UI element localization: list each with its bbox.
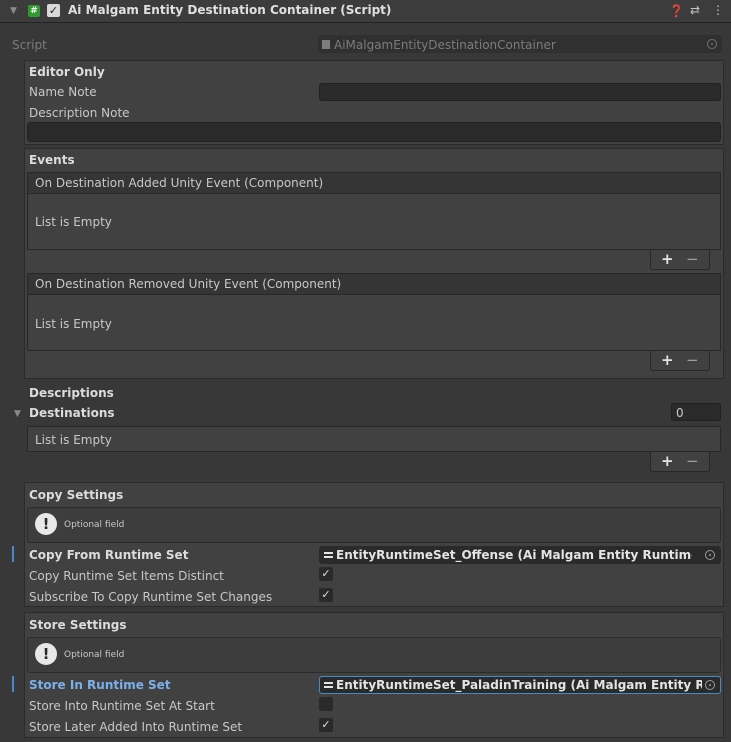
add-remove-buttons — [650, 452, 710, 472]
scriptable-object-icon — [324, 552, 333, 554]
subscribe-copy-checkbox[interactable]: ✓ — [319, 588, 333, 602]
copy-settings-title: Copy Settings — [29, 488, 124, 502]
info-icon: ! — [35, 513, 57, 535]
store-at-start-checkbox[interactable] — [319, 697, 333, 711]
help-box — [27, 507, 721, 543]
script-value: AiMalgamEntityDestinationContainer — [334, 38, 556, 52]
store-settings-title: Store Settings — [29, 618, 127, 632]
list-empty-label: List is Empty — [35, 317, 112, 331]
on-destination-removed-label: On Destination Removed Unity Event (Comp… — [35, 277, 342, 291]
script-file-icon — [322, 40, 330, 49]
add-remove-buttons — [650, 250, 710, 270]
scriptable-object-icon — [324, 682, 333, 684]
list-empty-label: List is Empty — [35, 433, 112, 447]
on-destination-added-list — [27, 194, 721, 250]
remove-button[interactable]: − — [686, 351, 699, 369]
remove-button[interactable]: − — [686, 250, 699, 268]
copy-settings-section — [24, 482, 724, 607]
help-box-text: Optional field — [64, 650, 125, 660]
store-in-runtime-set-value: EntityRuntimeSet_PaladinTraining (Ai Mal… — [336, 678, 702, 692]
store-later-checkbox[interactable]: ✓ — [319, 718, 333, 732]
editor-only-title: Editor Only — [29, 65, 105, 79]
add-button[interactable]: + — [661, 452, 674, 470]
script-icon: # — [28, 5, 40, 17]
help-icon[interactable]: ❓ — [669, 4, 684, 18]
description-note-field[interactable] — [27, 122, 721, 142]
add-button[interactable]: + — [661, 250, 674, 268]
descriptions-title: Descriptions — [29, 386, 114, 400]
script-label: Script — [12, 38, 47, 52]
store-in-runtime-set-label: Store In Runtime Set — [29, 678, 171, 692]
copy-from-runtime-set-value: EntityRuntimeSet_Offense (Ai Malgam Enti… — [336, 548, 692, 562]
help-box-text: Optional field — [64, 520, 125, 530]
copy-distinct-label: Copy Runtime Set Items Distinct — [29, 569, 224, 583]
destinations-title[interactable]: Destinations — [29, 406, 115, 420]
object-picker-icon[interactable] — [705, 680, 715, 690]
store-at-start-label: Store Into Runtime Set At Start — [29, 699, 215, 713]
copy-from-runtime-set-label: Copy From Runtime Set — [29, 548, 189, 562]
list-empty-label: List is Empty — [35, 215, 112, 229]
destinations-foldout-icon[interactable]: ▼ — [14, 409, 21, 419]
destinations-size-value: 0 — [676, 406, 684, 420]
prefab-override-marker — [12, 676, 14, 692]
object-picker-icon[interactable] — [705, 550, 715, 560]
help-box — [27, 637, 721, 673]
store-later-label: Store Later Added Into Runtime Set — [29, 720, 243, 734]
kebab-menu-icon[interactable]: ⋮ — [712, 3, 724, 17]
events-title: Events — [29, 153, 75, 167]
copy-distinct-checkbox[interactable]: ✓ — [319, 567, 333, 581]
on-destination-added-label: On Destination Added Unity Event (Compon… — [35, 176, 324, 190]
name-note-label: Name Note — [29, 85, 97, 99]
component-title: Ai Malgam Entity Destination Container (… — [68, 3, 392, 17]
subscribe-copy-label: Subscribe To Copy Runtime Set Changes — [29, 590, 273, 604]
presets-icon[interactable]: ⇄ — [690, 3, 700, 17]
info-icon: ! — [35, 643, 57, 665]
foldout-arrow-icon[interactable]: ▼ — [10, 6, 17, 16]
add-button[interactable]: + — [661, 351, 674, 369]
destinations-list — [27, 426, 721, 452]
remove-button[interactable]: − — [686, 452, 699, 470]
name-note-field[interactable] — [319, 83, 721, 101]
enabled-checkbox[interactable]: ✓ — [47, 4, 60, 17]
prefab-override-marker — [12, 546, 14, 562]
add-remove-buttons — [650, 351, 710, 371]
description-note-label: Description Note — [29, 106, 130, 120]
object-picker-icon — [707, 39, 717, 49]
on-destination-removed-list — [27, 295, 721, 351]
